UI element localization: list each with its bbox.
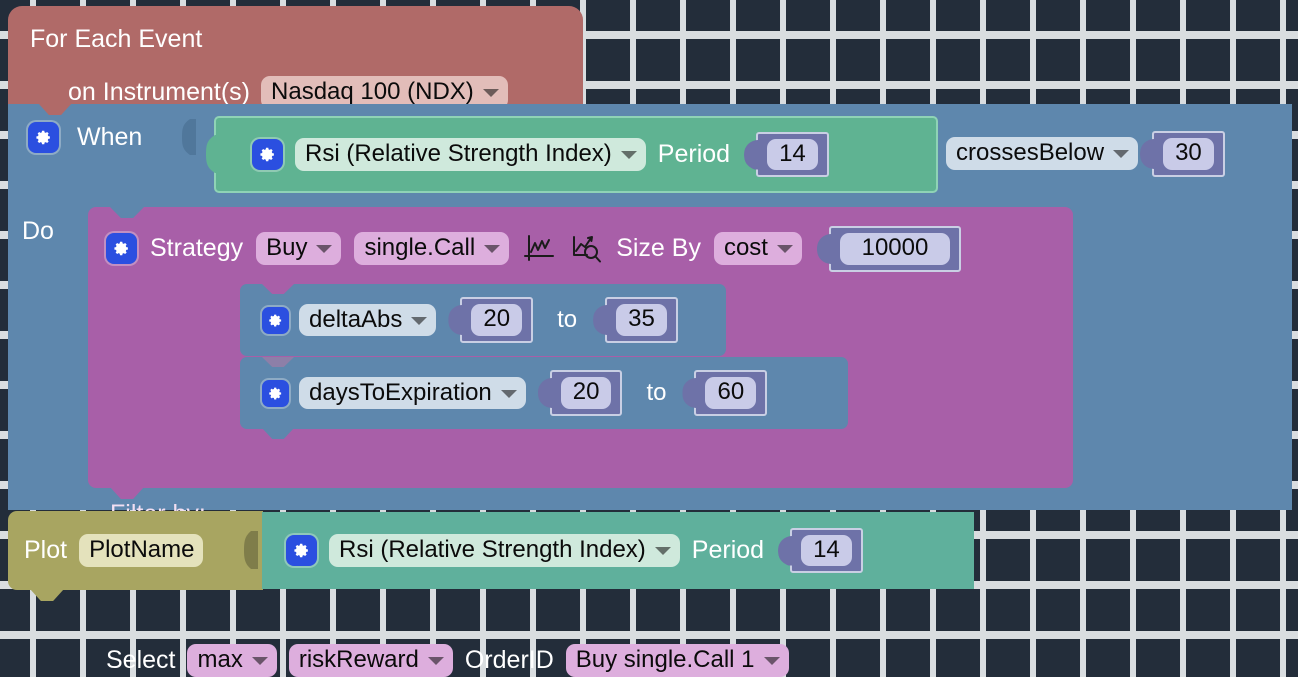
plot-name-value: PlotName: [89, 536, 195, 564]
chevron-down-icon: [316, 245, 333, 254]
chevron-down-icon: [1113, 150, 1130, 159]
strategy-settings-gear-icon[interactable]: [106, 233, 137, 265]
orderid-dropdown[interactable]: Buy single.Call 1: [565, 644, 789, 677]
filter-2-to-label: to: [646, 379, 667, 406]
chevron-down-icon: [251, 656, 268, 665]
for-each-event-title: For Each Event: [30, 25, 203, 53]
instrument-dropdown-value: Nasdaq 100 (NDX): [271, 78, 474, 105]
chevron-down-icon: [427, 656, 444, 665]
comparator-dropdown[interactable]: crossesBelow: [946, 137, 1139, 171]
strategy-header-row: Strategy Buy single.Call Size By cost 10: [106, 226, 961, 272]
filter-row-1[interactable]: deltaAbs 20 to 35: [240, 284, 726, 356]
filter-1-field-value: deltaAbs: [309, 305, 403, 333]
filter-2-settings-gear-icon[interactable]: [262, 379, 289, 407]
select-label: Select: [106, 645, 176, 674]
plot-indicator-block[interactable]: Rsi (Relative Strength Index) Period 14: [262, 512, 974, 589]
when-settings-gear-icon[interactable]: [28, 122, 59, 153]
filter-1-from-value: 20: [471, 304, 523, 336]
plot-period-value: 14: [801, 534, 852, 567]
on-instruments-label: on Instrument(s): [68, 77, 251, 106]
plot-bottom-tab: [30, 589, 64, 601]
select-row: Select max riskReward OrderID Buy single…: [106, 644, 789, 677]
filter-row-2[interactable]: daysToExpiration 20 to 60: [240, 357, 848, 429]
plot-name-field[interactable]: PlotName: [79, 534, 204, 567]
rsi-condition-block[interactable]: Rsi (Relative Strength Index) Period 14: [214, 116, 938, 193]
strategy-label: Strategy: [150, 234, 244, 263]
block-canvas[interactable]: For Each Event on Instrument(s) Nasdaq 1…: [0, 0, 1298, 677]
rsi-period-value: 14: [767, 138, 818, 171]
plot-indicator-value: Rsi (Relative Strength Index): [339, 536, 646, 564]
orderid-value: Buy single.Call 1: [575, 646, 755, 673]
chart-axes-icon[interactable]: [522, 233, 556, 265]
threshold-value: 30: [1163, 138, 1214, 170]
filter-1-to-input[interactable]: 35: [605, 297, 678, 343]
when-label: When: [77, 123, 143, 151]
plot-indicator-dropdown[interactable]: Rsi (Relative Strength Index): [329, 534, 680, 567]
filter-2-field-value: daysToExpiration: [309, 378, 492, 406]
chevron-down-icon: [620, 151, 637, 159]
size-by-amount-value: 10000: [839, 233, 950, 265]
filter-1-field-dropdown[interactable]: deltaAbs: [299, 303, 437, 337]
plot-label: Plot: [24, 536, 68, 564]
do-label: Do: [22, 217, 54, 245]
select-metric-value: riskReward: [298, 646, 419, 673]
rsi-period-label: Period: [657, 140, 731, 168]
threshold-input[interactable]: 30: [1152, 131, 1225, 177]
size-by-amount-input[interactable]: 10000: [828, 226, 961, 272]
condition-comparator-group: crossesBelow 30: [946, 131, 1225, 177]
filter-2-to-input[interactable]: 60: [694, 370, 768, 416]
orderid-label: OrderID: [464, 645, 554, 674]
rsi-condition-settings-gear-icon[interactable]: [252, 139, 283, 170]
filter-1-from-input[interactable]: 20: [460, 297, 534, 343]
plot-row: Plot PlotName: [24, 511, 204, 590]
rsi-period-input[interactable]: 14: [756, 131, 829, 178]
filter-1-to-label: to: [557, 306, 578, 333]
filter-2-from-value: 20: [560, 377, 612, 409]
plot-period-label: Period: [691, 536, 765, 564]
rsi-indicator-dropdown[interactable]: Rsi (Relative Strength Index): [295, 138, 646, 171]
chevron-down-icon: [484, 245, 501, 254]
chart-search-icon[interactable]: [569, 233, 603, 265]
plot-period-input[interactable]: 14: [790, 527, 863, 574]
rsi-indicator-value: Rsi (Relative Strength Index): [305, 140, 612, 168]
plot-indicator-settings-gear-icon[interactable]: [286, 535, 317, 566]
filter-2-to-value: 60: [705, 377, 757, 409]
chevron-down-icon: [654, 547, 671, 555]
size-by-label: Size By: [616, 234, 701, 263]
select-metric-dropdown[interactable]: riskReward: [288, 644, 453, 677]
plot-block[interactable]: Plot PlotName: [8, 511, 263, 590]
chevron-down-icon: [500, 389, 517, 398]
select-mode-value: max: [197, 646, 243, 673]
when-row: When: [28, 122, 142, 153]
strategy-instrument-type-dropdown[interactable]: single.Call: [354, 232, 510, 266]
size-by-mode-value: cost: [723, 234, 768, 262]
strategy-action-dropdown[interactable]: Buy: [256, 232, 342, 266]
filter-2-field-dropdown[interactable]: daysToExpiration: [299, 376, 526, 410]
comparator-value: crossesBelow: [956, 139, 1105, 167]
chevron-down-icon: [763, 656, 780, 665]
strategy-instrument-type-value: single.Call: [364, 234, 476, 262]
for-each-event-block[interactable]: For Each Event on Instrument(s) Nasdaq 1…: [8, 6, 583, 109]
chevron-down-icon: [482, 88, 499, 97]
select-mode-dropdown[interactable]: max: [187, 644, 277, 677]
filter-2-from-input[interactable]: 20: [549, 370, 623, 416]
chevron-down-icon: [411, 316, 428, 325]
size-by-mode-dropdown[interactable]: cost: [713, 232, 802, 266]
filter-1-settings-gear-icon[interactable]: [262, 306, 289, 334]
chevron-down-icon: [776, 245, 793, 254]
filter-1-to-value: 35: [616, 304, 667, 336]
strategy-action-value: Buy: [266, 234, 308, 262]
